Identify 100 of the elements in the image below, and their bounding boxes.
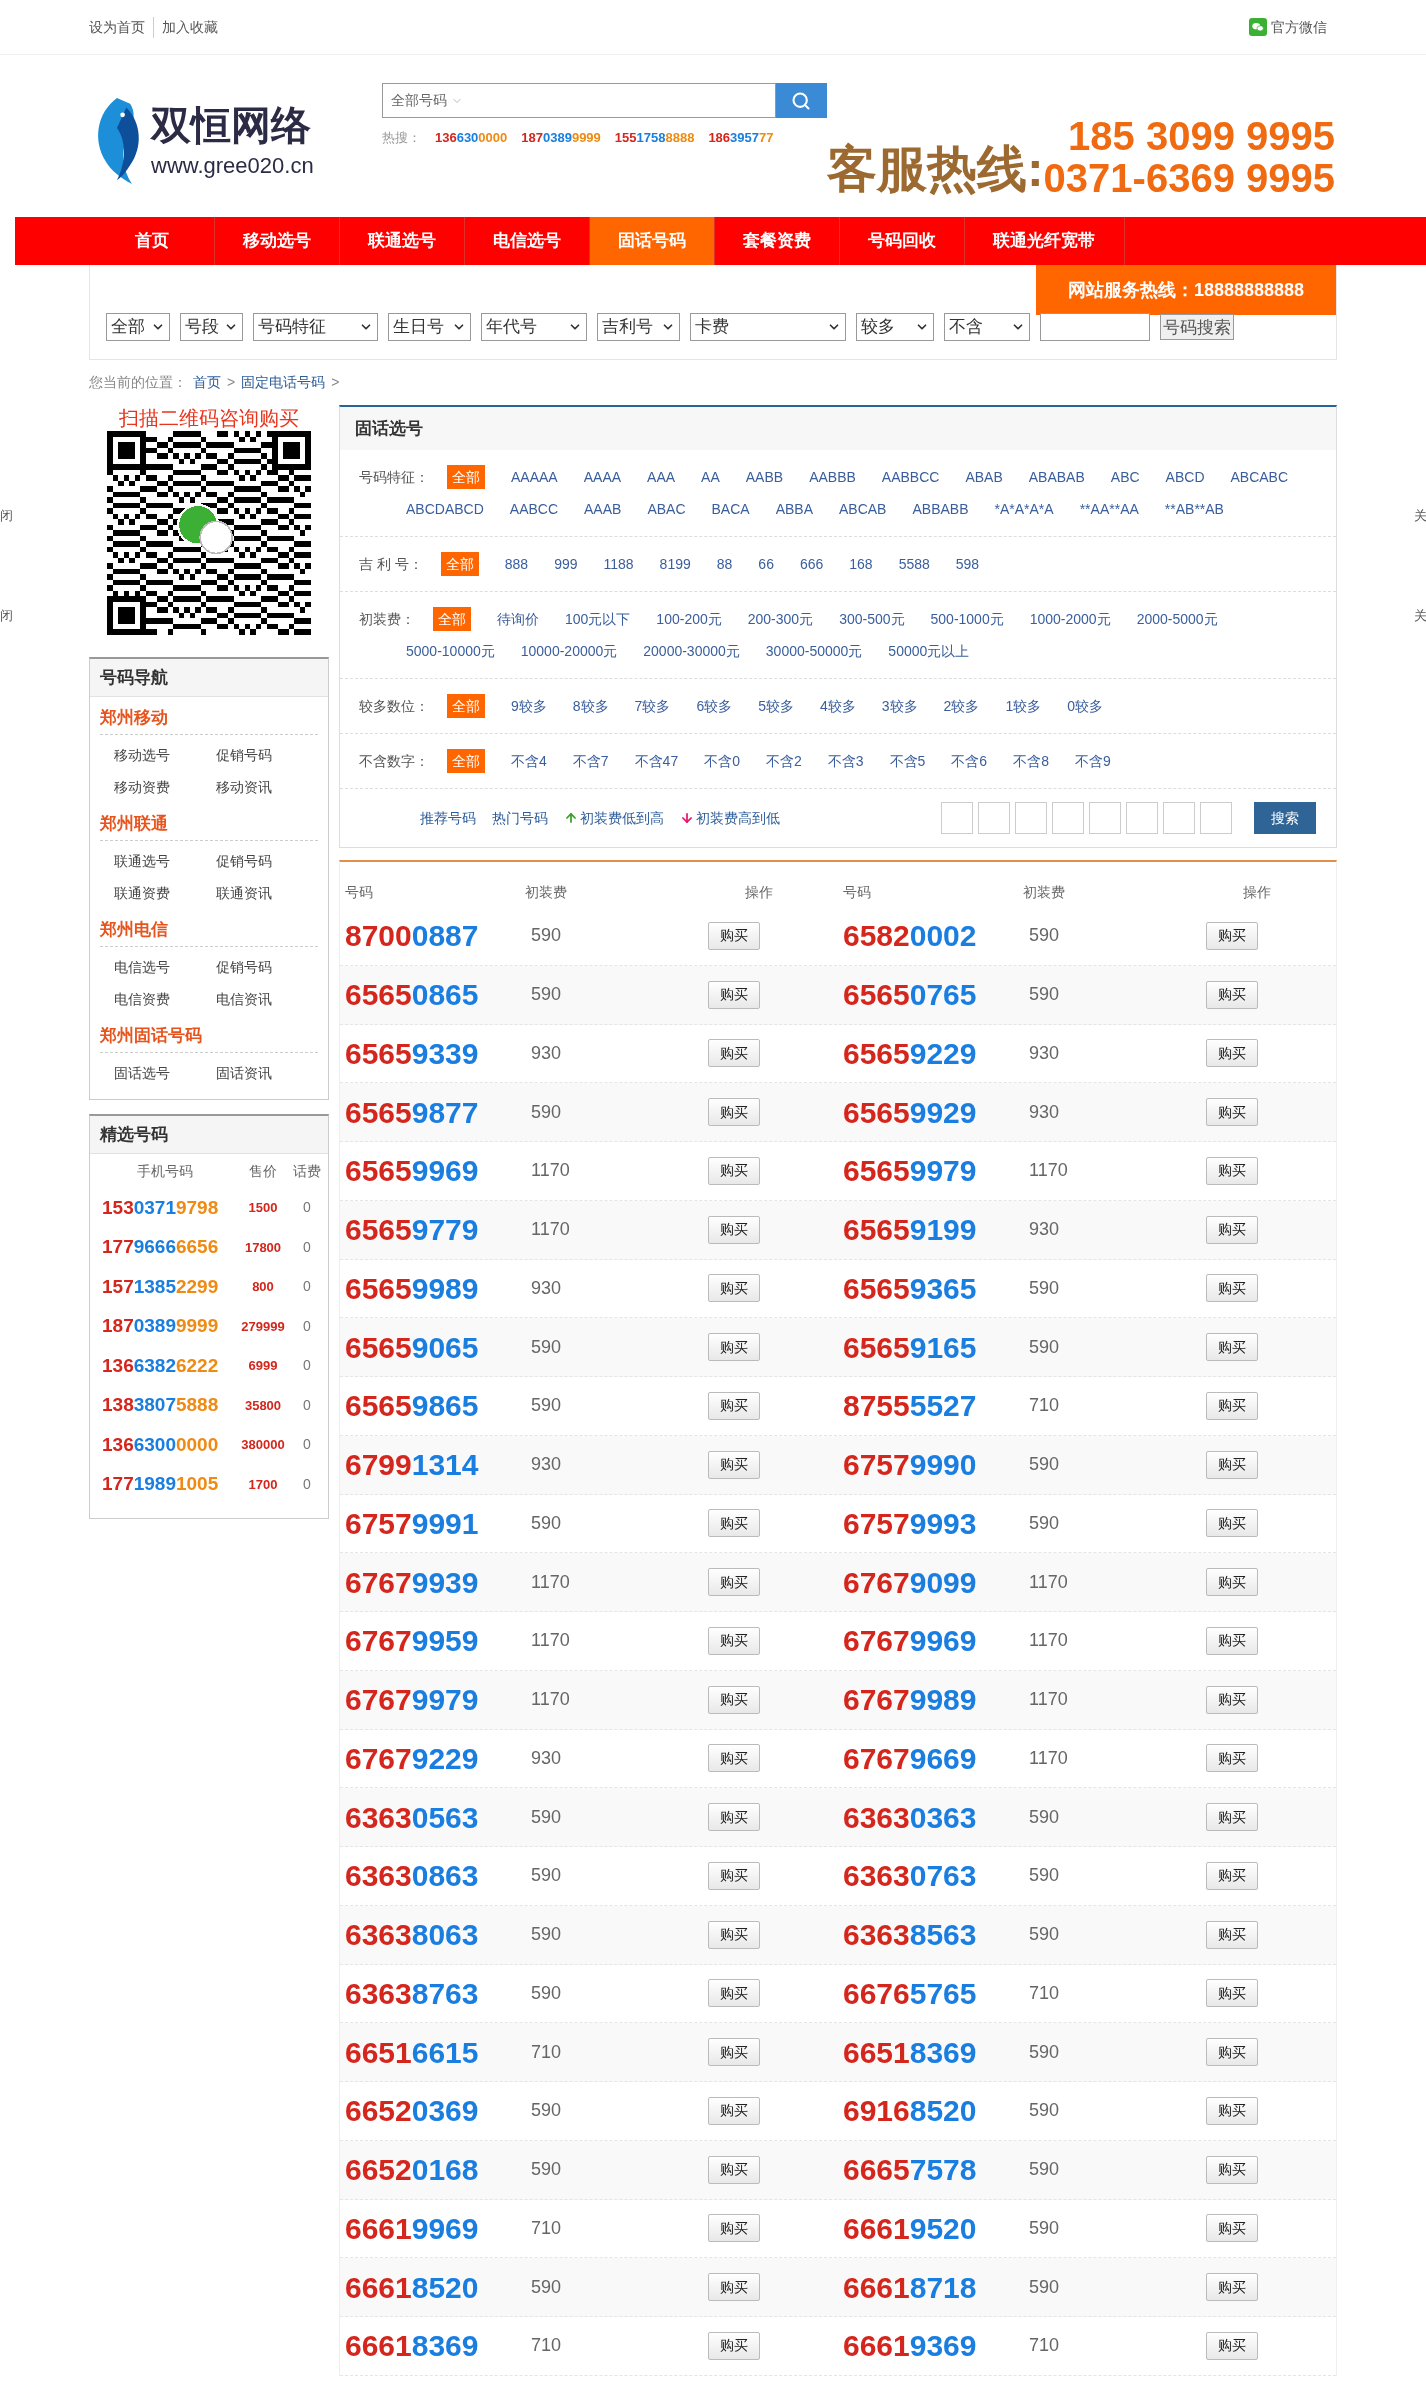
phone-number[interactable]: 15713852299 [102, 1275, 219, 1297]
digit-field[interactable] [978, 802, 1010, 834]
top-link[interactable]: 加入收藏 [154, 16, 226, 38]
filter-option[interactable]: 10000-20000元 [520, 639, 618, 663]
search-field[interactable]: 全部号码 [381, 83, 776, 118]
filter-option[interactable]: 999 [554, 552, 578, 576]
phone-number[interactable]: 13838075888 [102, 1394, 219, 1415]
phone-number[interactable]: 63638763 [345, 1976, 479, 2010]
dropdown[interactable]: 较多 [856, 313, 934, 341]
filter-option[interactable]: ABCDABCD [406, 497, 484, 521]
phone-number[interactable]: 67679229 [345, 1741, 479, 1775]
phone-number[interactable]: 65659065 [345, 1330, 479, 1364]
digit-field[interactable] [1126, 802, 1158, 834]
buy-button[interactable]: 购买 [1206, 2214, 1258, 2243]
filter-option[interactable]: AA [701, 465, 720, 489]
phone-number[interactable]: 87555527 [843, 1389, 977, 1423]
filter-option[interactable]: 不含0 [704, 749, 740, 773]
buy-button[interactable]: 购买 [708, 1391, 760, 1420]
filter-option[interactable]: **AB**AB [1164, 497, 1224, 521]
sort-link[interactable]: 初装费高到低 [680, 807, 780, 829]
phone-number[interactable]: 13663000000 [102, 1433, 219, 1455]
buy-button[interactable]: 购买 [1206, 1626, 1258, 1655]
buy-button[interactable]: 购买 [1206, 1274, 1258, 1303]
phone-number[interactable]: 65659229 [843, 1036, 977, 1070]
filter-option[interactable]: AAA [647, 465, 676, 489]
phone-number[interactable]: 65659989 [345, 1271, 479, 1305]
filter-option[interactable]: 1较多 [1005, 694, 1042, 718]
filter-option[interactable]: 不含8 [1013, 749, 1049, 773]
buy-button[interactable]: 购买 [708, 1215, 760, 1244]
filter-option[interactable]: 20000-30000元 [643, 639, 740, 663]
buy-button[interactable]: 购买 [708, 980, 760, 1009]
filter-option[interactable]: ABCABC [1230, 465, 1289, 489]
filter-option[interactable]: *A*A*A*A [994, 497, 1054, 521]
buy-button[interactable]: 购买 [708, 1156, 760, 1185]
sidebar-link[interactable]: 电信选号 [114, 951, 216, 983]
phone-number[interactable]: 67679959 [345, 1624, 479, 1658]
filter-option[interactable]: ABCD [1165, 465, 1205, 489]
buy-button[interactable]: 购买 [708, 1744, 760, 1773]
filter-option[interactable]: ABCAB [839, 497, 887, 521]
breadcrumb-link[interactable]: 固定电话号码 [241, 372, 326, 393]
close-tab[interactable]: 闭 [0, 506, 13, 526]
phone-number[interactable]: 63630863 [345, 1859, 479, 1893]
buy-button[interactable]: 购买 [1206, 1333, 1258, 1362]
buy-button[interactable]: 购买 [1206, 1979, 1258, 2008]
phone-number[interactable]: 66520369 [345, 2094, 479, 2128]
phone-number[interactable]: 17796666656 [102, 1236, 219, 1257]
filter-option[interactable]: 4较多 [820, 694, 856, 718]
search-input[interactable] [1040, 313, 1150, 341]
phone-number[interactable]: 67679669 [843, 1741, 977, 1775]
buy-button[interactable]: 购买 [1206, 1744, 1258, 1773]
filter-option[interactable]: 88 [716, 552, 733, 576]
phone-number[interactable]: 66618718 [843, 2270, 977, 2304]
filter-option[interactable]: 不含9 [1074, 749, 1111, 773]
buy-button[interactable]: 购买 [1206, 1215, 1258, 1244]
wechat-link[interactable]: 官方微信 [1271, 16, 1327, 38]
buy-button[interactable]: 购买 [1206, 1685, 1258, 1714]
buy-button[interactable]: 购买 [708, 2331, 760, 2360]
phone-number[interactable]: 17719891005 [102, 1473, 219, 1494]
buy-button[interactable]: 购买 [708, 2155, 760, 2184]
dropdown[interactable]: 号段 [180, 313, 243, 341]
filter-option[interactable]: 5000-10000元 [406, 639, 495, 663]
sidebar-link[interactable]: 移动资讯 [216, 771, 318, 803]
buy-button[interactable]: 购买 [1206, 980, 1258, 1009]
digit-field[interactable] [1163, 802, 1195, 834]
filter-option[interactable]: 不含4 [511, 749, 547, 773]
filter-option[interactable]: 待询价 [497, 607, 539, 631]
phone-number[interactable]: 65659969 [345, 1154, 479, 1188]
sidebar-link[interactable]: 移动资费 [114, 771, 216, 803]
buy-button[interactable]: 购买 [708, 1979, 760, 2008]
sidebar-link[interactable]: 电信资费 [114, 983, 216, 1015]
phone-number[interactable]: 65650765 [843, 978, 977, 1012]
dropdown[interactable]: 不含 [944, 313, 1030, 341]
filter-option[interactable]: AABBCC [881, 465, 940, 489]
sidebar-link[interactable]: 联通资讯 [216, 877, 318, 909]
phone-number[interactable]: 67579993 [843, 1506, 977, 1540]
buy-button[interactable]: 购买 [1206, 921, 1258, 950]
sort-link[interactable]: 热门号码 [492, 807, 548, 829]
phone-number[interactable]: 63630763 [843, 1859, 977, 1893]
buy-button[interactable]: 购买 [1206, 1391, 1258, 1420]
filter-option[interactable]: 7较多 [634, 694, 671, 718]
filter-option[interactable]: 200-300元 [747, 607, 814, 631]
buy-button[interactable]: 购买 [1206, 1098, 1258, 1127]
phone-number[interactable]: 69168520 [843, 2094, 977, 2128]
digit-field[interactable] [941, 802, 973, 834]
phone-number[interactable]: 15303719798 [102, 1196, 219, 1218]
filter-option[interactable]: AABB [745, 465, 784, 489]
dropdown[interactable]: 卡费 [690, 313, 846, 341]
buy-button[interactable]: 购买 [708, 2214, 760, 2243]
buy-button[interactable]: 购买 [1206, 1450, 1258, 1479]
sidebar-link[interactable]: 固话选号 [114, 1057, 216, 1089]
filter-option[interactable]: 不含5 [889, 749, 926, 773]
dropdown[interactable]: 全部 [106, 313, 170, 341]
filter-option[interactable]: 不含7 [572, 749, 609, 773]
digit-field[interactable] [1015, 802, 1047, 834]
filter-option[interactable]: 不含3 [827, 749, 864, 773]
close-tab[interactable]: 关 [1414, 606, 1426, 626]
filter-option[interactable]: BACA [711, 497, 750, 521]
filter-option[interactable]: AAAB [584, 497, 622, 521]
filter-option[interactable]: ABC [1110, 465, 1140, 489]
filter-option[interactable]: 500-1000元 [930, 607, 1004, 631]
